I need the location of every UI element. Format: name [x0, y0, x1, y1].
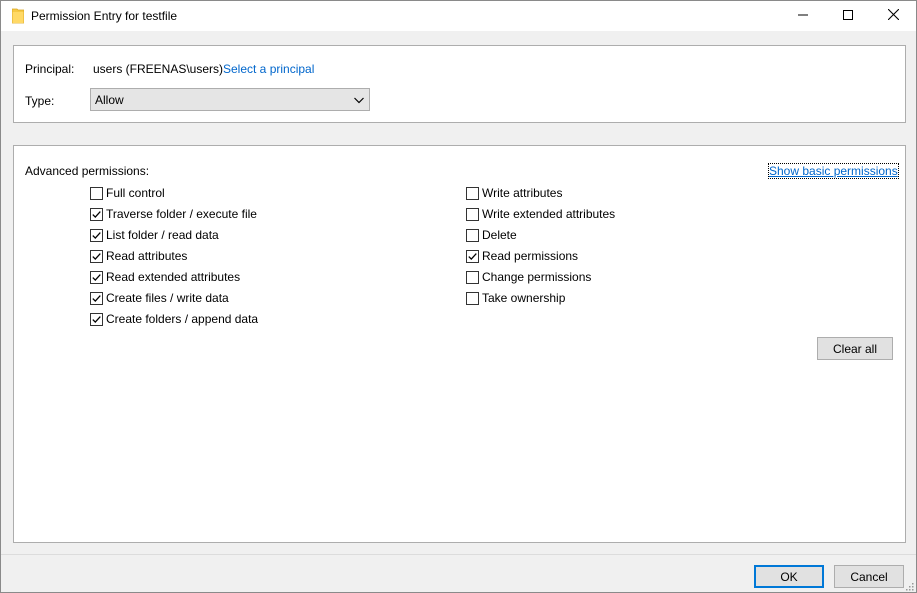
cancel-button[interactable]: Cancel [834, 565, 904, 588]
permission-checkbox-row[interactable]: Full control [90, 185, 165, 201]
principal-panel [13, 45, 906, 123]
title-bar[interactable]: Permission Entry for testfile [1, 1, 916, 31]
permission-label: Read attributes [106, 249, 188, 263]
type-label: Type: [25, 94, 55, 108]
checkbox-checked[interactable] [90, 312, 103, 326]
checkbox-checked[interactable] [90, 207, 103, 221]
dialog-footer: OK Cancel [1, 554, 916, 592]
ok-button[interactable]: OK [754, 565, 824, 588]
checkmark-icon [92, 210, 101, 218]
permission-checkbox-row[interactable]: Write extended attributes [466, 206, 615, 222]
permission-label: Full control [106, 186, 165, 200]
permission-label: List folder / read data [106, 228, 219, 242]
permission-checkbox-row[interactable]: Read attributes [90, 248, 187, 264]
select-principal-link[interactable]: Select a principal [223, 62, 314, 76]
permission-label: Traverse folder / execute file [106, 207, 257, 221]
permission-label: Write extended attributes [482, 207, 616, 221]
window-title: Permission Entry for testfile [31, 9, 178, 23]
permission-label: Write attributes [482, 186, 563, 200]
advanced-permissions-panel [13, 145, 906, 543]
checkbox-unchecked[interactable] [466, 207, 479, 221]
permission-checkbox-row[interactable]: Read extended attributes [90, 269, 240, 285]
checkbox-checked[interactable] [90, 270, 103, 284]
checkmark-icon [92, 315, 101, 323]
minimize-button[interactable] [780, 1, 826, 31]
permission-entry-dialog: Permission Entry for testfile Principal:… [0, 0, 917, 593]
show-basic-permissions-link[interactable]: Show basic permissions [768, 163, 899, 179]
close-button[interactable] [870, 1, 916, 31]
checkbox-checked[interactable] [90, 291, 103, 305]
permission-label: Create folders / append data [106, 312, 259, 326]
principal-label: Principal: [25, 62, 75, 76]
checkbox-unchecked[interactable] [466, 228, 479, 242]
permission-checkbox-row[interactable]: Create folders / append data [90, 311, 258, 327]
minimize-icon [798, 9, 808, 23]
checkmark-icon [92, 294, 101, 302]
checkmark-icon [92, 273, 101, 281]
permission-label: Read permissions [482, 249, 579, 263]
permission-checkbox-row[interactable]: Take ownership [466, 290, 565, 306]
checkmark-icon [92, 252, 101, 260]
permission-checkbox-row[interactable]: List folder / read data [90, 227, 219, 243]
type-dropdown[interactable]: Allow [90, 88, 370, 111]
checkbox-checked[interactable] [90, 228, 103, 242]
type-dropdown-value: Allow [95, 93, 124, 107]
chevron-down-icon [353, 94, 365, 106]
checkbox-unchecked[interactable] [466, 186, 479, 200]
maximize-button[interactable] [825, 1, 871, 31]
resize-grip-icon[interactable] [904, 580, 914, 591]
permission-label: Take ownership [482, 291, 566, 305]
maximize-icon [843, 9, 853, 23]
permission-checkbox-row[interactable]: Write attributes [466, 185, 562, 201]
checkmark-icon [468, 252, 477, 260]
checkmark-icon [92, 231, 101, 239]
permission-label: Change permissions [482, 270, 592, 284]
permission-label: Read extended attributes [106, 270, 241, 284]
permission-checkbox-row[interactable]: Change permissions [466, 269, 591, 285]
checkbox-checked[interactable] [90, 249, 103, 263]
permission-checkbox-row[interactable]: Read permissions [466, 248, 578, 264]
principal-value: users (FREENAS\users) [93, 62, 224, 76]
close-icon [887, 8, 899, 23]
folder-icon [11, 8, 25, 24]
permission-checkbox-row[interactable]: Traverse folder / execute file [90, 206, 257, 222]
permission-label: Delete [482, 228, 517, 242]
advanced-permissions-heading: Advanced permissions: [25, 164, 150, 178]
checkbox-unchecked[interactable] [466, 270, 479, 284]
permission-checkbox-row[interactable]: Create files / write data [90, 290, 229, 306]
clear-all-button[interactable]: Clear all [817, 337, 893, 360]
permission-checkbox-row[interactable]: Delete [466, 227, 517, 243]
checkbox-unchecked[interactable] [90, 186, 103, 200]
checkbox-unchecked[interactable] [466, 291, 479, 305]
permission-label: Create files / write data [106, 291, 229, 305]
checkbox-checked[interactable] [466, 249, 479, 263]
